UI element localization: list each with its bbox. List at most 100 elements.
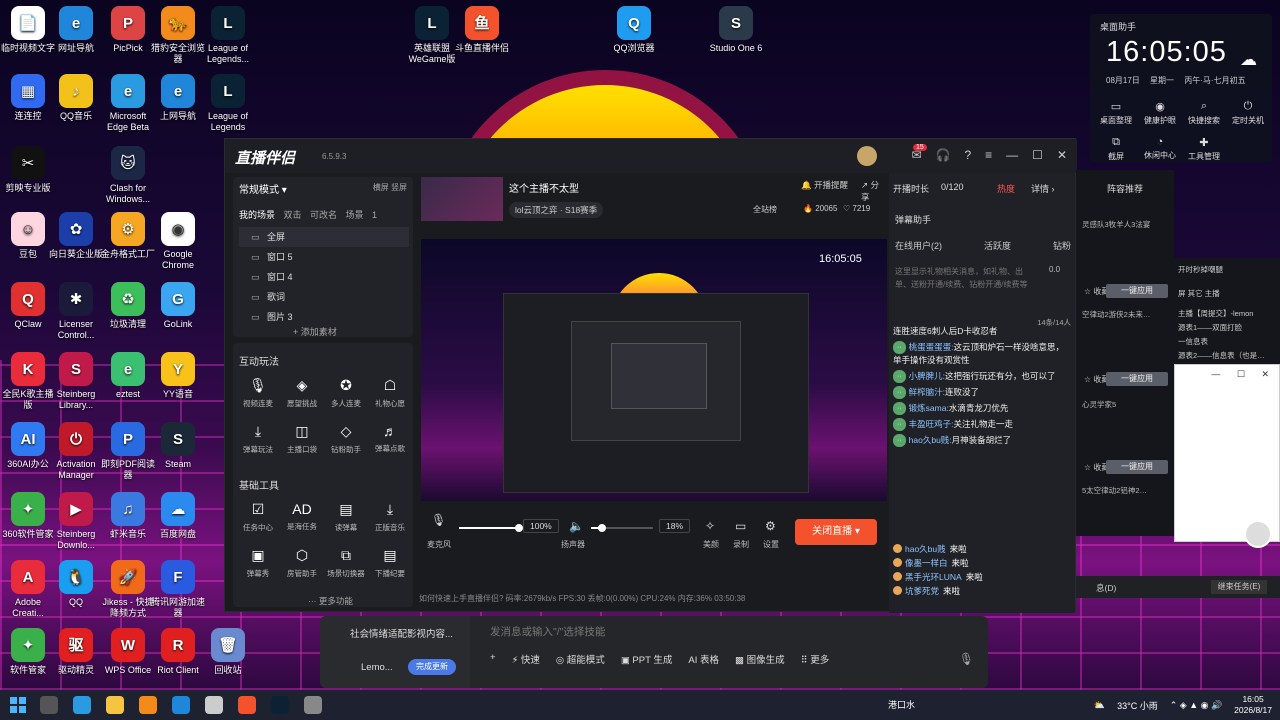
edge-icon[interactable] [73,696,91,714]
taskbar-app-label[interactable]: 港口水 [888,698,915,711]
ie-icon[interactable] [172,696,190,714]
desktop-icon[interactable]: Q QQ浏览器 [606,6,662,54]
voice-input-icon[interactable]: 🎙 [959,652,974,666]
tool-button[interactable]: 🎙 视频连麦 [237,375,279,419]
scene-item[interactable]: 窗口 5 [239,247,409,267]
tool-button[interactable]: ♬ 弹幕点歌 [369,421,411,465]
desktop-icon[interactable]: W WPS Office [100,628,156,676]
chat-username[interactable]: hao久bu贱: [909,435,952,445]
desktop-icon[interactable]: 🚀 Jikess - 快捷降频方式 [100,560,156,619]
desktop-icon[interactable]: ♫ 虾米音乐 [100,492,156,540]
widget-button[interactable]: ⏻ 定时关机 [1226,100,1270,126]
ai-tool-button[interactable]: ◎ 超能模式 [556,652,605,666]
widget-button[interactable]: ⧉ 截屏 [1094,136,1138,162]
more-functions-link[interactable]: ··· 更多功能 [308,595,353,607]
tab-my-scenes[interactable]: 我的场景 [239,210,275,220]
right-panel-tab[interactable]: 钻粉 [1053,239,1071,252]
minimize-button[interactable]: — [1006,148,1018,162]
desktop-icon[interactable]: e 网址导航 [48,6,104,54]
apply-button-2[interactable]: 一键应用 [1106,372,1168,386]
desktop-icon[interactable]: 🐆 猎豹安全浏览器 [150,6,206,65]
ai-tool-button[interactable]: ▩ 图像生成 [735,652,785,666]
rank-badge[interactable]: 全站榜 [753,204,777,215]
desktop-icon[interactable]: R Riot Client [150,628,206,676]
chat-username[interactable]: 锻炼sama: [909,403,949,413]
right-panel-tab[interactable]: 活跃度 [984,239,1011,252]
tool-button[interactable]: ☑ 任务中心 [237,499,279,543]
speaker-icon[interactable]: 🔈 [569,519,584,533]
league-icon[interactable] [271,696,289,714]
ai-tool-button[interactable]: + [490,652,496,666]
chat-username[interactable]: 鲜榨脑汁: [909,387,945,397]
speaker-volume-value[interactable]: 18% [659,519,691,533]
weather-text[interactable]: 33°C 小雨 [1117,699,1158,712]
tool-button[interactable]: ◇ 钻粉助手 [325,421,367,465]
speaker-volume-slider[interactable] [591,524,653,532]
desktop-icon[interactable]: ⚙ 金舟格式工厂 [100,212,156,260]
mode-dropdown[interactable]: 常规模式 ▾ [239,181,287,196]
desktop-icon[interactable]: 🗑 回收站 [200,628,256,676]
tray-icons[interactable]: ⌃ ◈ ▲ ◉ 🔊 [1170,700,1222,711]
floating-avatar[interactable] [1244,520,1272,548]
tool-button[interactable]: ⬡ 房管助手 [281,545,323,589]
mic-volume-slider[interactable] [459,524,523,532]
desktop-icon[interactable]: 驱驱动精灵 [48,628,104,676]
entry-username[interactable]: hao久bu贱 [905,544,946,554]
window-icon[interactable] [304,696,322,714]
end-task-button[interactable]: 继束任务(E) [1211,580,1267,594]
hot-label[interactable]: 热度 [997,182,1015,195]
stream-thumbnail[interactable] [421,177,503,221]
menu-icon[interactable]: ≡ [985,148,992,162]
desktop-icon[interactable]: L League of Legends... [200,6,256,65]
update-button[interactable]: 完成更新 [408,659,456,675]
mic-volume-knob[interactable] [515,524,523,532]
widget-button[interactable]: ▭ 桌面整理 [1094,100,1138,126]
close-live-button[interactable]: 关闭直播 ▾ [795,519,877,545]
taskbar-clock[interactable]: 16:05 2026/8/17 [1234,694,1272,716]
desktop-icon[interactable]: S Steinberg Library... [48,352,104,411]
desktop-icon[interactable]: ✿ 向日葵企业版 [48,212,104,260]
add-material-button[interactable]: + 添加素材 [293,325,337,338]
scene-item[interactable]: 全屏 [239,227,409,247]
mic-volume-value[interactable]: 100% [523,519,559,533]
browser-icon[interactable] [139,696,157,714]
desktop-icon[interactable]: ⏻ Activation Manager [48,422,104,481]
desktop-icon[interactable]: G GoLink [150,282,206,330]
message-icon[interactable]: ✉ [911,148,921,162]
desktop-icon[interactable]: ▶ Steinberg Downlo... [48,492,104,551]
close-button[interactable]: ✕ [1057,148,1067,162]
chat-username[interactable]: 丰盈旺鸡子: [909,419,954,429]
weather-icon[interactable]: ⛅ [1094,700,1105,711]
speaker-volume-knob[interactable] [598,524,607,532]
desktop-icon[interactable]: ◉ Google Chrome [150,212,206,271]
orientation-toggle[interactable]: 横屏 竖屏 [373,182,407,193]
desktop-icon[interactable]: P 即刻PDF阅读器 [100,422,156,481]
desktop-icon[interactable]: 鱼斗鱼直播伴侣 [454,6,510,54]
chat-username[interactable]: 小脾脾儿: [909,371,945,381]
windows-start-icon[interactable] [10,697,26,713]
tool-button[interactable]: ▣ 弹幕秀 [237,545,279,589]
desktop-icon[interactable]: ✂ 剪映专业版 [0,146,56,194]
desktop-icon[interactable]: ✱ Licenser Control... [48,282,104,341]
desktop-icon[interactable]: e eztest [100,352,156,400]
widget-button[interactable]: ⌕ 快捷搜索 [1182,100,1226,126]
app-icon[interactable] [205,696,223,714]
tool-button[interactable]: ⧉ 场景切换器 [325,545,367,589]
live-reminder-button[interactable]: 🔔 开播提醒 [801,179,848,191]
share-button[interactable]: ↗ 分享 [861,179,887,203]
maximize-button[interactable]: ☐ [1032,148,1043,162]
game-category-tag[interactable]: lol云顶之弈 · S18赛季 [509,202,604,218]
scene-item[interactable]: 歌词 [239,287,409,307]
entry-username[interactable]: 像墨一样白 [905,558,948,568]
record-icon[interactable]: ▭ [735,519,746,533]
tool-button[interactable]: ✪ 多人连麦 [325,375,367,419]
widget-button[interactable]: ✚ 工具管理 [1182,136,1226,162]
desktop-icon[interactable]: ♻ 垃圾清理 [100,282,156,330]
tool-button[interactable]: AD 是海任务 [281,499,323,543]
folder-icon[interactable] [106,696,124,714]
widget-button[interactable]: ◉ 健康护眼 [1138,100,1182,126]
desktop-icon[interactable]: P PicPick [100,6,156,54]
live-companion-icon[interactable] [238,696,256,714]
ai-chat-input[interactable]: 发消息或输入"/"选择技能 [490,624,605,639]
desktop-icon[interactable]: ☁ 百度网盘 [150,492,206,540]
